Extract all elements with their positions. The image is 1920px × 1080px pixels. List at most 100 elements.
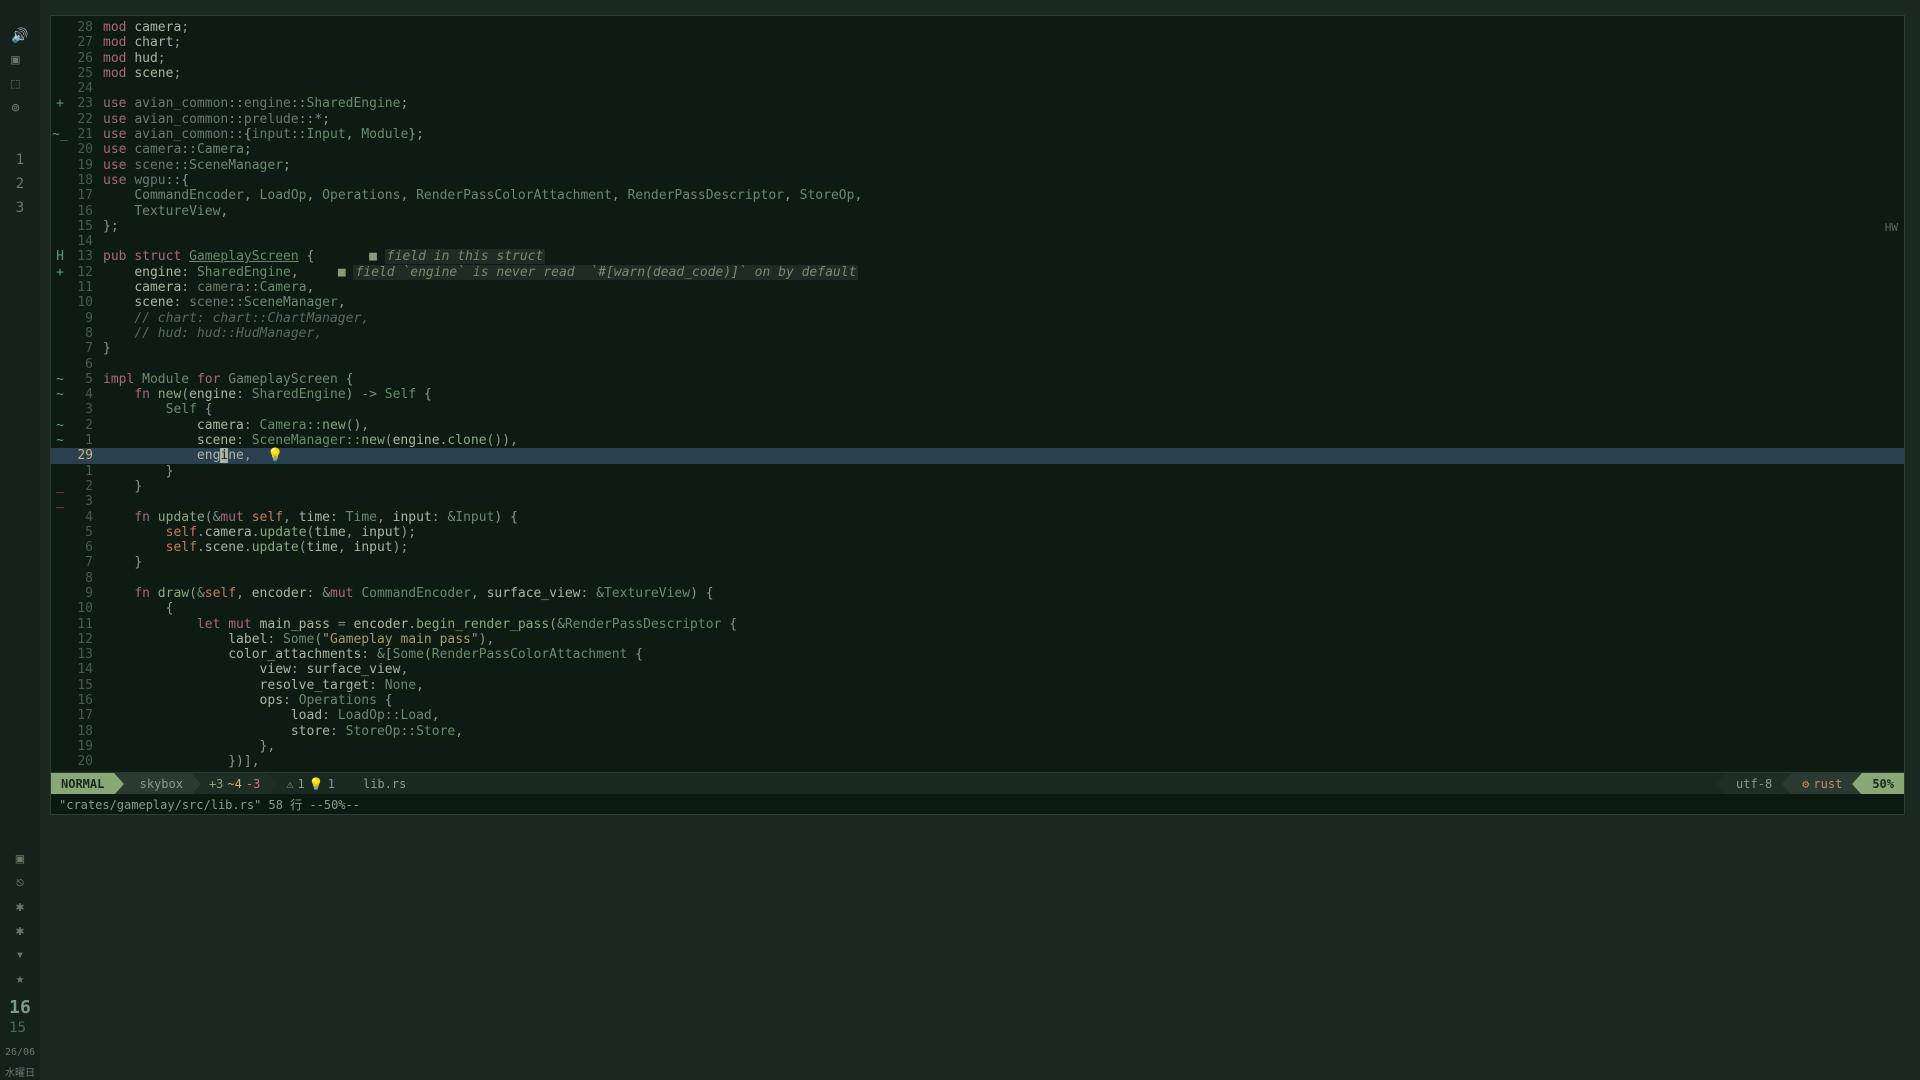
code-content[interactable]: engine: SharedEngine, ■ field `engine` i… bbox=[99, 265, 1904, 280]
code-content[interactable]: let mut main_pass = encoder.begin_render… bbox=[99, 617, 1904, 632]
code-content[interactable]: Self { bbox=[99, 402, 1904, 417]
code-line[interactable]: 15}; bbox=[51, 219, 1904, 234]
code-line[interactable]: 1 } bbox=[51, 464, 1904, 479]
code-content[interactable]: view: surface_view, bbox=[99, 662, 1904, 677]
code-content[interactable]: mod chart; bbox=[99, 35, 1904, 50]
code-content[interactable]: } bbox=[99, 464, 1904, 479]
code-line[interactable]: 15 resolve_target: None, bbox=[51, 678, 1904, 693]
tray-icon[interactable]: ⎋ bbox=[16, 875, 24, 891]
code-line[interactable]: 8 bbox=[51, 571, 1904, 586]
tray-icon[interactable]: ▣ bbox=[16, 851, 24, 867]
tray-icon[interactable]: ✱ bbox=[16, 899, 24, 915]
code-content[interactable]: camera: camera::Camera, bbox=[99, 280, 1904, 295]
code-line[interactable]: 4 fn update(&mut self, time: Time, input… bbox=[51, 510, 1904, 525]
code-content[interactable]: }; bbox=[99, 219, 1904, 234]
code-content[interactable]: scene: scene::SceneManager, bbox=[99, 295, 1904, 310]
code-content[interactable]: }, bbox=[99, 739, 1904, 754]
code-content[interactable]: use camera::Camera; bbox=[99, 142, 1904, 157]
code-line[interactable]: ~5impl Module for GameplayScreen { bbox=[51, 372, 1904, 387]
code-content[interactable]: CommandEncoder, LoadOp, Operations, Rend… bbox=[99, 188, 1904, 203]
code-line[interactable]: 6 self.scene.update(time, input); bbox=[51, 540, 1904, 555]
code-line[interactable]: 7} bbox=[51, 341, 1904, 356]
code-line[interactable]: 20 })], bbox=[51, 754, 1904, 769]
code-line[interactable]: ~4 fn new(engine: SharedEngine) -> Self … bbox=[51, 387, 1904, 402]
code-line[interactable]: 12 label: Some("Gameplay main pass"), bbox=[51, 632, 1904, 647]
code-line[interactable]: 14 bbox=[51, 234, 1904, 249]
code-content[interactable]: store: StoreOp::Store, bbox=[99, 724, 1904, 739]
code-line[interactable]: 28mod camera; bbox=[51, 20, 1904, 35]
code-content[interactable]: } bbox=[99, 555, 1904, 570]
code-content[interactable]: engine, 💡 bbox=[99, 448, 1904, 463]
code-content[interactable]: // chart: chart::ChartManager, bbox=[99, 311, 1904, 326]
code-line[interactable]: 3 Self { bbox=[51, 402, 1904, 417]
code-line[interactable]: 7 } bbox=[51, 555, 1904, 570]
tray-icon[interactable]: ▣ bbox=[11, 52, 28, 68]
code-line[interactable]: +12 engine: SharedEngine, ■ field `engin… bbox=[51, 265, 1904, 280]
code-content[interactable]: fn update(&mut self, time: Time, input: … bbox=[99, 510, 1904, 525]
code-content[interactable]: impl Module for GameplayScreen { bbox=[99, 372, 1904, 387]
code-content[interactable] bbox=[99, 571, 1904, 586]
code-line[interactable]: 8 // hud: hud::HudManager, bbox=[51, 326, 1904, 341]
code-content[interactable]: color_attachments: &[Some(RenderPassColo… bbox=[99, 647, 1904, 662]
code-content[interactable]: pub struct GameplayScreen { ■ field in t… bbox=[99, 249, 1904, 264]
code-line[interactable]: 18use wgpu::{ bbox=[51, 173, 1904, 188]
code-content[interactable]: // hud: hud::HudManager, bbox=[99, 326, 1904, 341]
code-content[interactable]: ops: Operations { bbox=[99, 693, 1904, 708]
code-line[interactable]: 27mod chart; bbox=[51, 35, 1904, 50]
code-line[interactable]: 22use avian_common::prelude::*; bbox=[51, 112, 1904, 127]
code-content[interactable]: label: Some("Gameplay main pass"), bbox=[99, 632, 1904, 647]
code-line[interactable]: _3 bbox=[51, 494, 1904, 509]
code-line[interactable]: 19use scene::SceneManager; bbox=[51, 158, 1904, 173]
code-content[interactable] bbox=[99, 494, 1904, 509]
code-content[interactable] bbox=[99, 357, 1904, 372]
code-content[interactable]: resolve_target: None, bbox=[99, 678, 1904, 693]
code-line[interactable]: 14 view: surface_view, bbox=[51, 662, 1904, 677]
code-line[interactable]: 6 bbox=[51, 357, 1904, 372]
code-line[interactable]: 20use camera::Camera; bbox=[51, 142, 1904, 157]
code-area[interactable]: 28mod camera;27mod chart;26mod hud;25mod… bbox=[51, 16, 1904, 772]
code-line[interactable]: 29 engine, 💡 bbox=[51, 448, 1904, 463]
code-content[interactable]: fn draw(&self, encoder: &mut CommandEnco… bbox=[99, 586, 1904, 601]
workspace-number[interactable]: 16 bbox=[9, 997, 31, 1018]
code-line[interactable]: 11 camera: camera::Camera, bbox=[51, 280, 1904, 295]
code-line[interactable]: +23use avian_common::engine::SharedEngin… bbox=[51, 96, 1904, 111]
tray-icon[interactable]: ★ bbox=[16, 971, 24, 987]
code-content[interactable]: })], bbox=[99, 754, 1904, 769]
code-line[interactable]: 5 self.camera.update(time, input); bbox=[51, 525, 1904, 540]
workspace-indicator[interactable]: 3 bbox=[16, 200, 24, 216]
code-content[interactable]: use scene::SceneManager; bbox=[99, 158, 1904, 173]
tray-icon[interactable]: ⬚ bbox=[11, 76, 28, 92]
code-line[interactable]: 10 { bbox=[51, 601, 1904, 616]
code-line[interactable]: 17 load: LoadOp::Load, bbox=[51, 708, 1904, 723]
code-content[interactable] bbox=[99, 81, 1904, 96]
workspace-number[interactable]: 15 bbox=[9, 1020, 31, 1036]
code-content[interactable]: TextureView, bbox=[99, 204, 1904, 219]
workspace-indicator[interactable]: 2 bbox=[16, 176, 24, 192]
code-line[interactable]: 19 }, bbox=[51, 739, 1904, 754]
code-line[interactable]: 11 let mut main_pass = encoder.begin_ren… bbox=[51, 617, 1904, 632]
code-content[interactable]: self.scene.update(time, input); bbox=[99, 540, 1904, 555]
tray-icon[interactable]: ✱ bbox=[16, 923, 24, 939]
editor-pane[interactable]: 28mod camera;27mod chart;26mod hud;25mod… bbox=[50, 15, 1905, 815]
code-content[interactable]: use wgpu::{ bbox=[99, 173, 1904, 188]
code-line[interactable]: 10 scene: scene::SceneManager, bbox=[51, 295, 1904, 310]
code-content[interactable]: mod scene; bbox=[99, 66, 1904, 81]
code-line[interactable]: 13 color_attachments: &[Some(RenderPassC… bbox=[51, 647, 1904, 662]
code-line[interactable]: 24 bbox=[51, 81, 1904, 96]
tray-icon[interactable]: ▾ bbox=[16, 947, 24, 963]
code-content[interactable]: scene: SceneManager::new(engine.clone())… bbox=[99, 433, 1904, 448]
code-line[interactable]: 16 ops: Operations { bbox=[51, 693, 1904, 708]
code-line[interactable]: 16 TextureView, bbox=[51, 204, 1904, 219]
code-content[interactable]: load: LoadOp::Load, bbox=[99, 708, 1904, 723]
tray-icon[interactable]: 🔊 bbox=[11, 28, 28, 44]
code-content[interactable]: self.camera.update(time, input); bbox=[99, 525, 1904, 540]
code-line[interactable]: 26mod hud; bbox=[51, 51, 1904, 66]
code-line[interactable]: 25mod scene; bbox=[51, 66, 1904, 81]
code-content[interactable]: mod camera; bbox=[99, 20, 1904, 35]
code-content[interactable]: use avian_common::{input::Input, Module}… bbox=[99, 127, 1904, 142]
code-line[interactable]: _2 } bbox=[51, 479, 1904, 494]
code-line[interactable]: H13pub struct GameplayScreen { ■ field i… bbox=[51, 249, 1904, 264]
code-line[interactable]: 9 fn draw(&self, encoder: &mut CommandEn… bbox=[51, 586, 1904, 601]
code-content[interactable]: { bbox=[99, 601, 1904, 616]
workspace-indicator[interactable]: 1 bbox=[16, 152, 24, 168]
